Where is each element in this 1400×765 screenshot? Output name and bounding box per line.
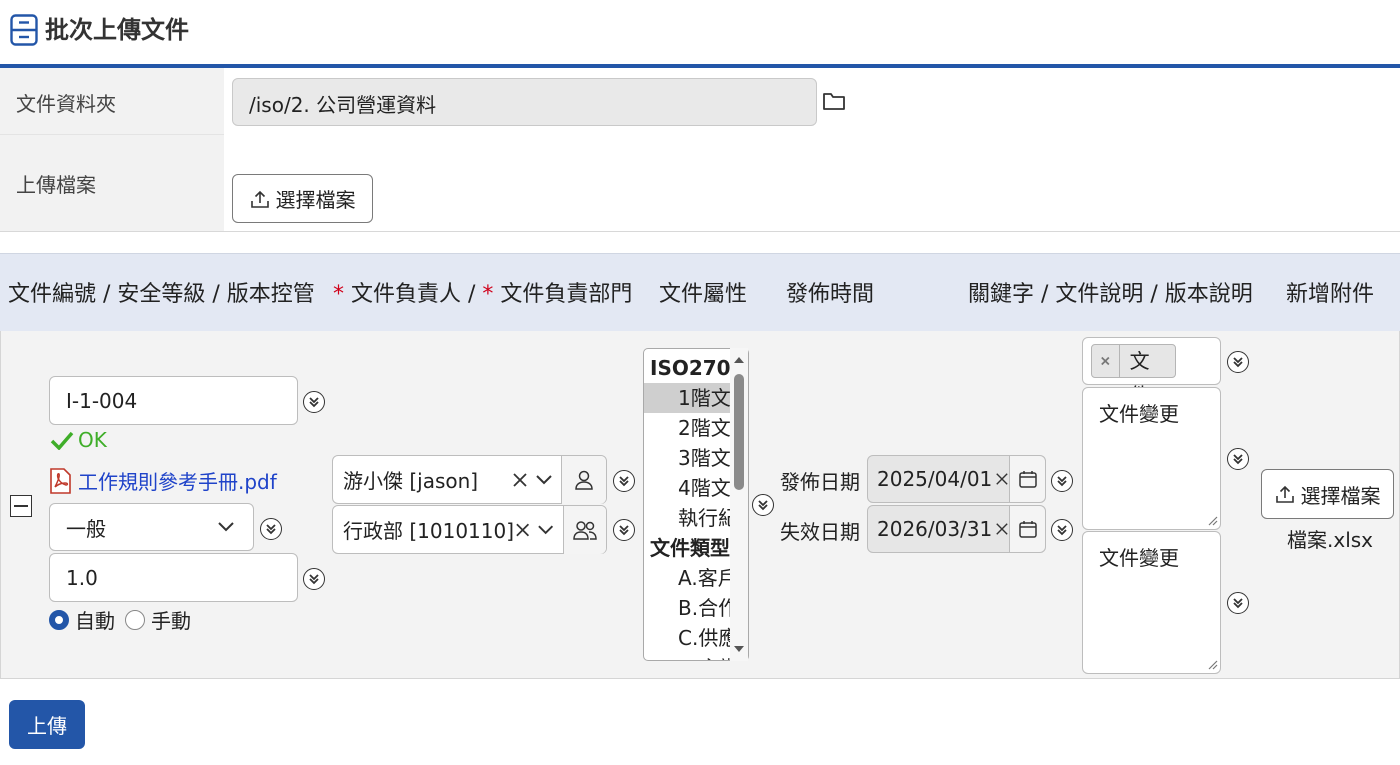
version-auto-radio[interactable]: [49, 609, 69, 630]
publish-calendar-button[interactable]: [1009, 456, 1045, 502]
pick-dept-button[interactable]: [562, 505, 606, 554]
upload-label: 上傳檔案: [16, 173, 96, 197]
doc-number-input[interactable]: I-1-004: [49, 376, 298, 425]
version-auto-label: 自動: [75, 609, 115, 633]
calendar-icon: [1018, 471, 1037, 488]
form-divider: [0, 231, 1400, 232]
chevron-double-down-icon: [758, 500, 768, 511]
chevron-double-down-icon: [619, 476, 629, 487]
collapse-row-button[interactable]: [10, 495, 32, 517]
chevron-double-down-icon: [1057, 476, 1067, 487]
version-note-textarea[interactable]: 文件變更: [1082, 531, 1221, 674]
upload-icon: [250, 190, 269, 208]
dept-select[interactable]: 行政部 [1010110]: [332, 505, 607, 554]
header-publish: 發佈時間: [786, 282, 875, 307]
chevron-double-down-icon: [1233, 598, 1243, 609]
publish-date-label: 發佈日期: [780, 470, 860, 494]
attach-file-button[interactable]: 選擇檔案: [1261, 469, 1394, 519]
upload-icon: [1275, 485, 1294, 503]
check-icon: [50, 431, 74, 450]
folder-label: 文件資料夾: [16, 92, 116, 116]
apply-all-attr-button[interactable]: [752, 494, 774, 516]
chevron-double-down-icon: [1233, 454, 1243, 465]
chevron-double-down-icon: [619, 525, 629, 536]
apply-all-security-button[interactable]: [260, 518, 282, 540]
keyword-tag: 文件: [1091, 344, 1176, 407]
required-mark: *: [482, 282, 494, 307]
version-manual-radio[interactable]: [125, 609, 145, 630]
minus-icon: [14, 505, 28, 507]
document-cabinet-icon: [10, 14, 38, 46]
apply-all-version-button[interactable]: [303, 568, 325, 590]
calendar-icon: [1018, 521, 1037, 538]
chevron-double-down-icon: [266, 524, 276, 535]
apply-all-dept-button[interactable]: [613, 519, 635, 541]
folder-icon[interactable]: [822, 90, 846, 112]
clear-icon[interactable]: [514, 521, 531, 539]
choose-file-button[interactable]: 選擇檔案: [232, 174, 373, 223]
list-item[interactable]: 1階文: [644, 383, 731, 413]
apply-all-version-note-button[interactable]: [1227, 592, 1249, 614]
users-icon: [573, 520, 597, 540]
choose-file-label: 選擇檔案: [275, 188, 356, 212]
user-icon: [575, 470, 593, 490]
apply-all-publish-button[interactable]: [1051, 470, 1073, 492]
description-textarea[interactable]: 文件變更: [1082, 387, 1221, 530]
header-attach: 新增附件: [1286, 282, 1375, 307]
apply-all-doc-number-button[interactable]: [303, 391, 325, 413]
header-keywords: 關鍵字 / 文件說明 / 版本說明: [968, 282, 1253, 307]
clear-icon[interactable]: [995, 471, 1009, 487]
resize-handle-icon[interactable]: [1206, 514, 1218, 526]
header-attr: 文件屬性: [659, 282, 748, 307]
clear-icon[interactable]: [995, 521, 1009, 537]
upload-button[interactable]: 上傳: [9, 700, 85, 749]
scrollbar-track: [734, 357, 744, 652]
apply-all-keyword-button[interactable]: [1227, 351, 1249, 373]
pick-user-button[interactable]: [561, 455, 606, 504]
apply-all-description-button[interactable]: [1227, 448, 1249, 470]
apply-all-expire-button[interactable]: [1051, 519, 1073, 541]
security-level-select[interactable]: 一般: [49, 503, 254, 551]
remove-tag-icon[interactable]: [1100, 355, 1111, 367]
chevron-double-down-icon: [309, 397, 319, 408]
version-mode-radios: 自動 手動: [49, 605, 191, 634]
required-mark: *: [333, 282, 344, 307]
title-bar: [0, 0, 1400, 64]
expire-calendar-button[interactable]: [1009, 506, 1045, 552]
header-doc-info: 文件編號 / 安全等級 / 版本控管: [8, 282, 315, 307]
expire-date-label: 失效日期: [780, 520, 860, 544]
chevron-double-down-icon: [1057, 525, 1067, 536]
clear-icon[interactable]: [511, 471, 529, 489]
folder-input[interactable]: /iso/2. 公司營運資料: [232, 78, 817, 126]
attachment-file-name: 檔案.xlsx: [1287, 528, 1374, 552]
chevron-down-icon: [538, 524, 554, 534]
pdf-icon: [50, 467, 71, 494]
doc-number-status: OK: [50, 428, 107, 452]
expire-date-input[interactable]: 2026/03/31: [867, 505, 1046, 553]
chevron-double-down-icon: [309, 574, 319, 585]
chevron-double-down-icon: [1233, 357, 1243, 368]
listbox-scrollbar[interactable]: [730, 348, 748, 661]
source-file-link[interactable]: 工作規則參考手冊.pdf: [48, 466, 277, 495]
apply-all-owner-button[interactable]: [613, 470, 635, 492]
version-input[interactable]: 1.0: [49, 553, 298, 602]
version-manual-label: 手動: [151, 609, 191, 633]
chevron-down-icon: [536, 474, 552, 484]
owner-select[interactable]: 游小傑 [jason]: [332, 455, 607, 504]
page-title: 批次上傳文件: [45, 16, 189, 44]
publish-date-input[interactable]: 2025/04/01: [867, 455, 1046, 503]
chevron-down-icon: [218, 522, 234, 532]
resize-handle-icon[interactable]: [1206, 658, 1218, 670]
header-owner: * 文件負責人 / * 文件負責部門: [333, 282, 633, 307]
